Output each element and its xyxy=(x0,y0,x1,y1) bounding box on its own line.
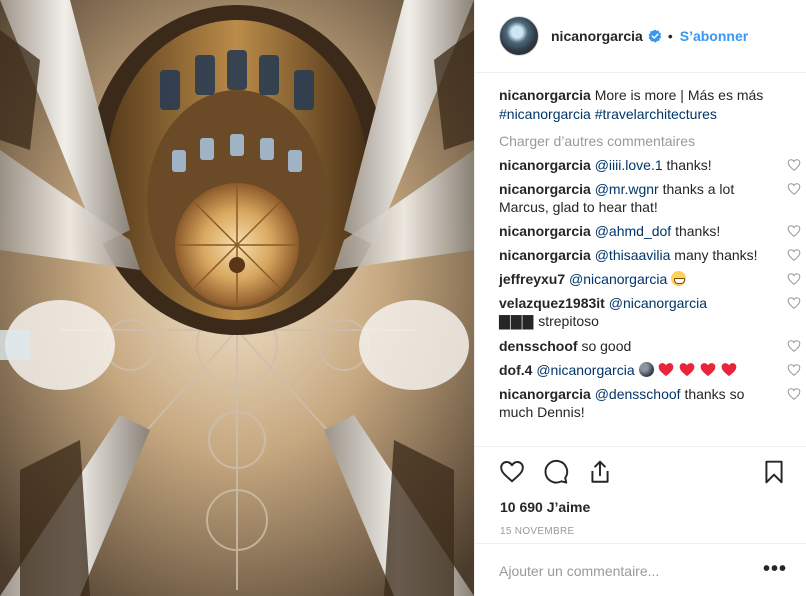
add-comment-bar: ••• xyxy=(475,543,806,596)
comment-item: dof.4 @nicanorgarcia xyxy=(499,361,801,379)
comment-like-icon[interactable] xyxy=(787,363,801,377)
comment-username[interactable]: nicanorgarcia xyxy=(499,386,591,402)
post-date[interactable]: 15 NOVEMBRE xyxy=(500,526,574,537)
comment-username[interactable]: velazquez1983it xyxy=(499,295,605,311)
bookmark-icon[interactable] xyxy=(761,459,787,485)
comment-mention[interactable]: @mr.wgnr xyxy=(595,181,659,197)
red-heart-emoji-icon xyxy=(659,363,674,377)
comment-like-icon[interactable] xyxy=(787,272,801,286)
comment-text: thanks! xyxy=(675,223,721,239)
comment-item: nicanorgarcia @iiii.love.1 thanks! xyxy=(499,156,801,174)
comment-mention[interactable]: @nicanorgarcia xyxy=(569,271,667,287)
hashtag-link[interactable]: #travelarchitectures xyxy=(595,106,717,122)
cathedral-ceiling-image xyxy=(0,0,474,596)
comment-username[interactable]: dof.4 xyxy=(499,362,532,378)
ellipsis-icon[interactable]: ••• xyxy=(763,558,787,581)
comments-list: nicanorgarcia More is more | Más es más … xyxy=(499,86,801,421)
comment-item: densschoof so good xyxy=(499,337,801,355)
comment-like-icon[interactable] xyxy=(787,182,801,196)
comment-mention[interactable]: @densschoof xyxy=(595,386,681,402)
verified-badge-icon xyxy=(648,29,662,43)
add-comment-input[interactable] xyxy=(499,558,749,584)
unsupported-glyphs: ▇▇▇ xyxy=(499,314,535,330)
comment-item: nicanorgarcia @densschoof thanks so much… xyxy=(499,385,801,421)
comment-like-icon[interactable] xyxy=(787,387,801,401)
comment-item: jeffreyxu7 @nicanorgarcia xyxy=(499,270,801,288)
caption-username[interactable]: nicanorgarcia xyxy=(499,87,591,103)
speech-bubble-icon[interactable] xyxy=(543,459,569,485)
comment-like-icon[interactable] xyxy=(787,158,801,172)
comment-username[interactable]: jeffreyxu7 xyxy=(499,271,565,287)
comment-mention[interactable]: @nicanorgarcia xyxy=(536,362,634,378)
comment-mention[interactable]: @thisaavilia xyxy=(595,247,671,263)
header-separator: • xyxy=(667,28,673,44)
post-side-panel: nicanorgarcia • S’abonner nicanorgarcia … xyxy=(474,0,806,596)
comment-username[interactable]: nicanorgarcia xyxy=(499,247,591,263)
post-photo[interactable] xyxy=(0,0,474,596)
comment-item: nicanorgarcia @thisaavilia many thanks! xyxy=(499,246,801,264)
comment-mention[interactable]: @nicanorgarcia xyxy=(609,295,707,311)
red-heart-emoji-icon xyxy=(721,363,737,377)
comment-text: many thanks! xyxy=(674,247,758,263)
comment-username[interactable]: nicanorgarcia xyxy=(499,223,591,239)
load-more-comments-button[interactable]: Charger d’autres commentaires xyxy=(499,130,789,152)
hashtag-link[interactable]: #nicanorgarcia xyxy=(499,106,591,122)
comment-text: so good xyxy=(581,338,632,354)
share-upload-icon[interactable] xyxy=(587,459,613,485)
comment-like-icon[interactable] xyxy=(787,339,801,353)
likes-count[interactable]: 10 690 J’aime xyxy=(500,499,590,515)
comment-text: strepitoso xyxy=(538,313,599,329)
comment-like-icon[interactable] xyxy=(787,296,801,310)
black-ball-emoji-icon xyxy=(638,362,654,377)
post-header: nicanorgarcia • S’abonner xyxy=(475,0,806,73)
comment-username[interactable]: nicanorgarcia xyxy=(499,157,591,173)
comment-mention[interactable]: @ahmd_dof xyxy=(595,223,671,239)
comment-text: thanks! xyxy=(666,157,712,173)
author-avatar[interactable] xyxy=(499,16,539,56)
caption-text: More is more | Más es más xyxy=(594,87,764,103)
comment-username[interactable]: densschoof xyxy=(499,338,578,354)
post-caption: nicanorgarcia More is more | Más es más … xyxy=(499,86,789,124)
comment-mention[interactable]: @iiii.love.1 xyxy=(595,157,663,173)
heart-outline-icon[interactable] xyxy=(499,459,525,485)
comment-item: nicanorgarcia @mr.wgnr thanks a lot Marc… xyxy=(499,180,801,216)
grinning-emoji-icon xyxy=(671,271,687,286)
comment-item: velazquez1983it @nicanorgarcia ▇▇▇ strep… xyxy=(499,294,801,331)
red-heart-emoji-icon xyxy=(679,363,695,377)
follow-button[interactable]: S’abonner xyxy=(680,28,748,44)
red-heart-emoji-icon xyxy=(700,363,716,377)
comment-item: nicanorgarcia @ahmd_dof thanks! xyxy=(499,222,801,240)
comment-like-icon[interactable] xyxy=(787,224,801,238)
comment-like-icon[interactable] xyxy=(787,248,801,262)
comment-username[interactable]: nicanorgarcia xyxy=(499,181,591,197)
author-username[interactable]: nicanorgarcia xyxy=(551,28,643,44)
